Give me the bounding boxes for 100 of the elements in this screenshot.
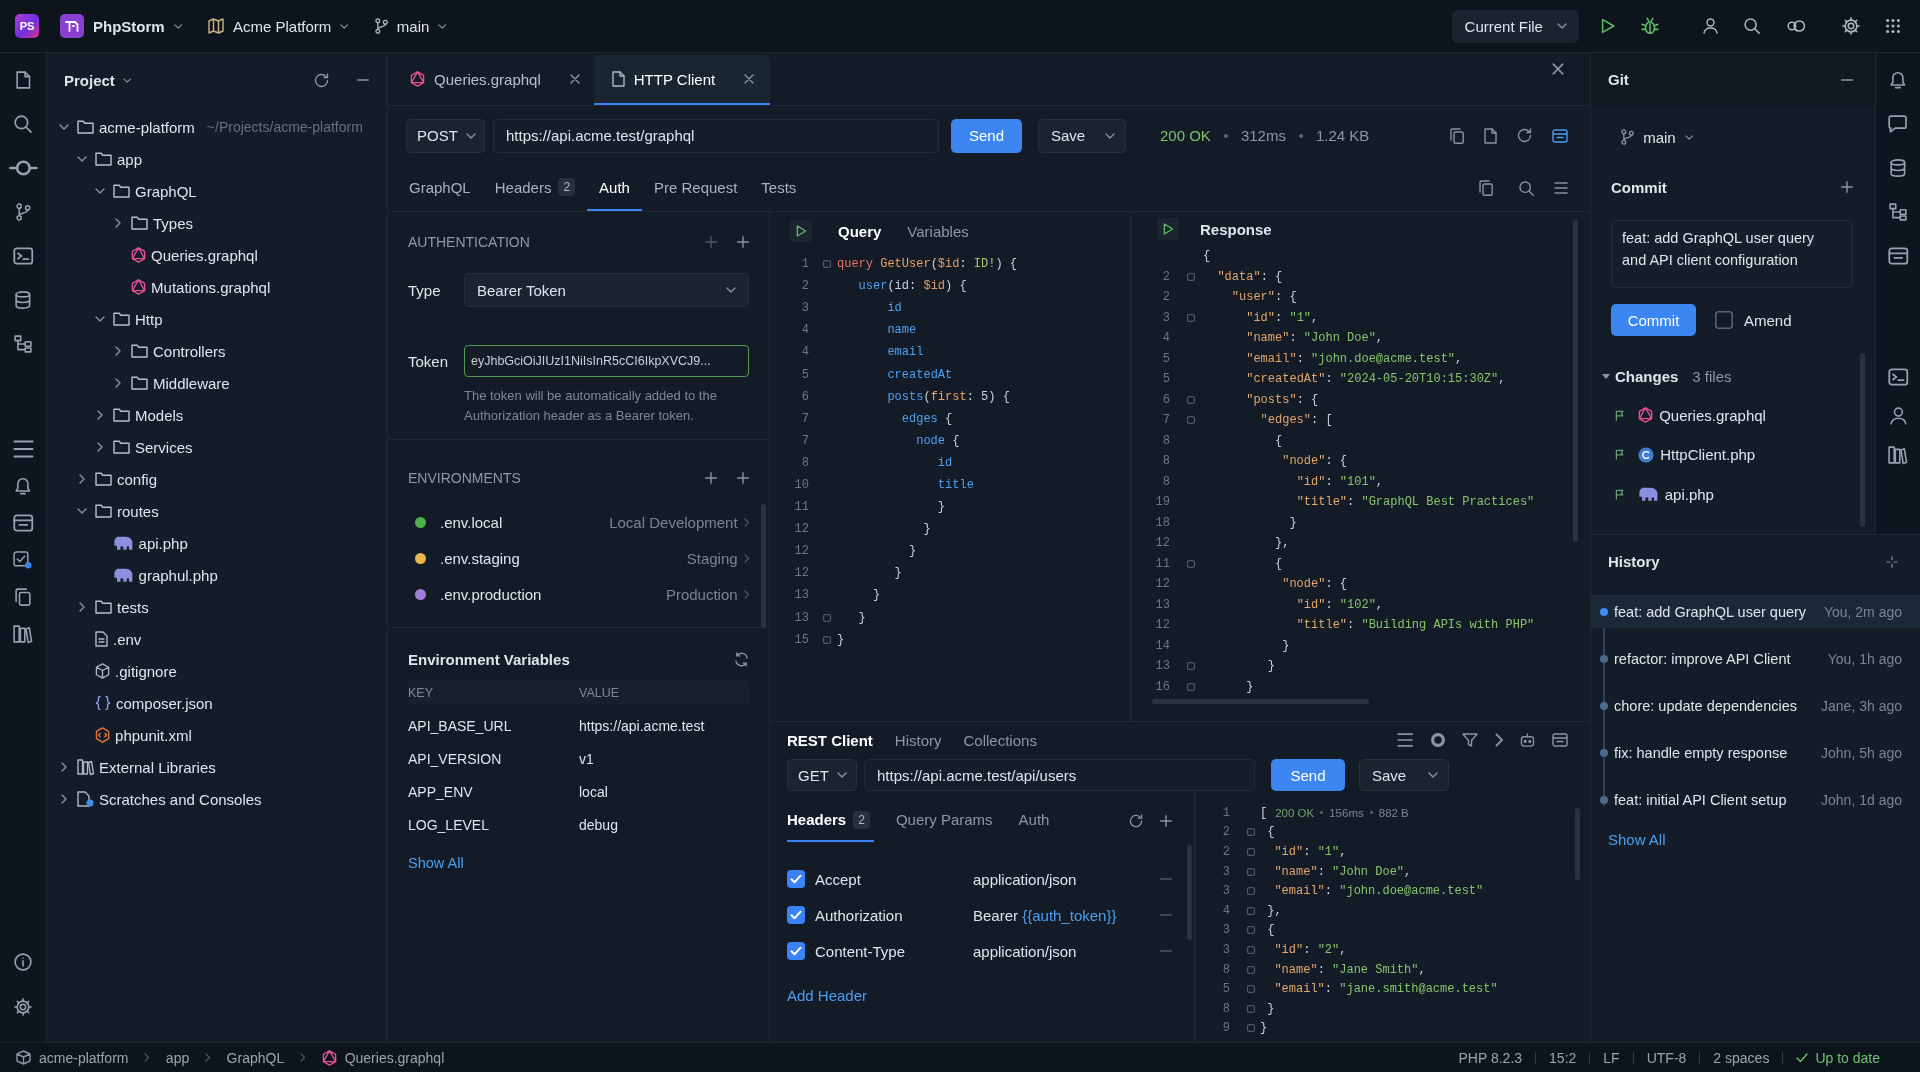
chevron-down-icon[interactable] — [95, 316, 105, 322]
fold-icon[interactable] — [1247, 985, 1255, 994]
file-name[interactable]: composer.json — [116, 694, 213, 712]
app-logo[interactable]: PS — [15, 14, 39, 38]
status-item[interactable]: LF — [1603, 1049, 1620, 1066]
settings-icon[interactable] — [14, 998, 32, 1016]
folder-name[interactable]: Controllers — [153, 342, 226, 360]
folder-name[interactable]: acme-platform — [99, 118, 195, 136]
editor-tab[interactable]: HTTP Client — [593, 55, 771, 105]
request-tab[interactable]: Auth — [1018, 799, 1054, 842]
layout-icon[interactable] — [12, 514, 34, 532]
commit-button[interactable]: Commit — [1611, 304, 1696, 336]
environment-name[interactable]: .env.production — [440, 585, 542, 603]
status-item[interactable]: PHP 8.2.3 — [1458, 1049, 1523, 1066]
scrollbar[interactable] — [1573, 220, 1578, 542]
request-tab[interactable]: Tests — [749, 165, 809, 211]
method-dropdown[interactable]: GET — [787, 759, 857, 791]
close-icon[interactable] — [1552, 63, 1564, 75]
checkbox-label[interactable]: Amend — [1744, 311, 1792, 329]
circles-icon[interactable] — [1785, 18, 1805, 34]
chevron-right-icon[interactable] — [115, 378, 121, 388]
checkbox[interactable] — [787, 870, 805, 888]
editor-tab[interactable]: Queries.graphql — [396, 55, 594, 105]
show-all-link[interactable]: Show All — [1608, 830, 1666, 850]
plus-icon[interactable] — [737, 236, 749, 248]
collapse-triangle-icon[interactable] — [1602, 373, 1610, 379]
run-icon[interactable] — [1157, 218, 1179, 240]
commit-icon[interactable] — [8, 159, 38, 177]
branch-switcher[interactable]: main — [374, 17, 447, 35]
chevron-right-icon[interactable] — [743, 589, 749, 599]
close-icon[interactable] — [569, 74, 580, 84]
file-name[interactable]: graphul.php — [138, 566, 218, 584]
request-tab[interactable]: Headers 2 — [787, 799, 874, 842]
crosshair-icon[interactable] — [1886, 555, 1898, 568]
document-icon[interactable] — [1484, 127, 1497, 144]
terminal-icon[interactable] — [12, 247, 34, 265]
vcs-status[interactable]: Up to date — [1796, 1049, 1880, 1066]
request-tab[interactable]: Auth — [587, 165, 642, 211]
chevron-down-icon[interactable] — [95, 188, 105, 194]
list-icon[interactable] — [12, 440, 34, 458]
chevron-down-icon[interactable] — [77, 508, 87, 514]
file-name[interactable]: External Libraries — [99, 758, 216, 776]
run-icon[interactable] — [1600, 18, 1615, 34]
file-name[interactable]: HttpClient.php — [1660, 446, 1756, 464]
show-all-link[interactable]: Show All — [408, 853, 464, 873]
folder-name[interactable]: Http — [135, 310, 163, 328]
info-icon[interactable] — [14, 953, 32, 971]
panel-tab[interactable]: REST Client — [787, 731, 873, 749]
file-name[interactable]: api.php — [138, 534, 188, 552]
history-entry[interactable]: feat: initial API Client setup John, 1d ago — [1591, 783, 1920, 816]
fold-icon[interactable] — [823, 613, 831, 622]
bell-icon[interactable] — [15, 477, 31, 495]
folder-name[interactable]: Models — [135, 406, 184, 424]
scrollbar[interactable] — [1152, 699, 1369, 704]
filter-icon[interactable] — [1461, 733, 1478, 747]
fold-icon[interactable] — [823, 635, 831, 644]
person-icon[interactable] — [1889, 407, 1907, 425]
folder-name[interactable]: tests — [117, 598, 149, 616]
editor-subtab[interactable]: Query — [838, 222, 882, 240]
folder-name[interactable]: Types — [153, 214, 194, 232]
chevron-down-icon[interactable] — [77, 156, 87, 162]
structure-icon[interactable] — [14, 335, 32, 353]
database-icon[interactable] — [15, 291, 31, 309]
chevron-down-icon[interactable] — [122, 77, 132, 83]
list-icon[interactable] — [1397, 733, 1414, 747]
environment-name[interactable]: .env.staging — [440, 549, 520, 567]
panel-tab[interactable]: Collections — [963, 731, 1037, 749]
url-field[interactable]: https://api.acme.test/api/users — [864, 759, 1255, 791]
settings-icon[interactable] — [1842, 17, 1860, 35]
checkbox[interactable] — [787, 906, 805, 924]
header-value[interactable]: application/json — [973, 870, 1160, 888]
layout-icon[interactable] — [1552, 128, 1568, 143]
fold-icon[interactable] — [1247, 945, 1255, 954]
history-entry[interactable]: chore: update dependencies Jane, 3h ago — [1591, 689, 1920, 722]
commit-message-field[interactable]: feat: add GraphQL user query and API client configuration — [1611, 220, 1853, 288]
status-item[interactable]: UTF-8 — [1646, 1049, 1687, 1066]
url-field[interactable]: https://api.acme.test/graphql — [493, 118, 939, 153]
add-header-link[interactable]: Add Header — [787, 986, 868, 1006]
fold-icon[interactable] — [1247, 887, 1255, 896]
history-entry[interactable]: fix: handle empty response John, 5h ago — [1591, 736, 1920, 769]
checkbox[interactable] — [1715, 311, 1733, 329]
project-switcher[interactable]: Acme Platform — [208, 17, 349, 35]
fold-icon[interactable] — [1247, 848, 1255, 856]
plus-icon[interactable] — [737, 472, 749, 484]
send-button[interactable]: Send — [951, 118, 1022, 153]
refresh-icon[interactable] — [1517, 128, 1532, 143]
fold-icon[interactable] — [1187, 682, 1195, 691]
fold-icon[interactable] — [1187, 313, 1195, 322]
status-item[interactable]: 2 spaces — [1713, 1049, 1770, 1066]
folder-name[interactable]: GraphQL — [135, 182, 197, 200]
grid-icon[interactable] — [1886, 19, 1900, 33]
request-tab[interactable]: Headers 2 — [482, 165, 588, 211]
document-icon[interactable] — [15, 71, 31, 89]
status-item[interactable]: 15:2 — [1549, 1049, 1577, 1066]
file-name[interactable]: .env — [113, 630, 142, 648]
chevron-right-icon[interactable] — [743, 517, 749, 527]
layout-icon[interactable] — [1887, 247, 1909, 265]
file-name[interactable]: Queries.graphql — [151, 246, 258, 264]
chevron-right-icon[interactable] — [79, 474, 85, 484]
send-button[interactable]: Send — [1271, 759, 1345, 791]
